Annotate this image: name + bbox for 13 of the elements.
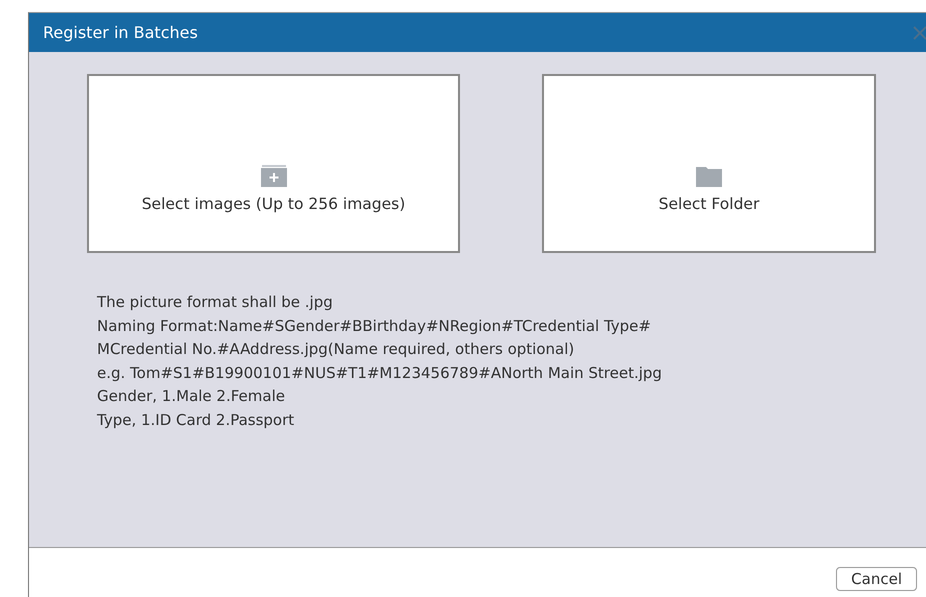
instruction-text: MCredential No.#AAddress.jpg(Name required, others optional) (97, 339, 576, 360)
instruction-text: The picture format shall be .jpg (97, 292, 334, 313)
folder-icon (696, 164, 722, 186)
instruction-text: Gender, 1.Male 2.Female (97, 386, 286, 407)
dialog-title: Register in Batches (43, 23, 198, 42)
instruction-text: Naming Format:Name#SGender#BBirthday#NRegion#TCredential Type# (97, 316, 652, 336)
close-icon[interactable] (913, 26, 926, 40)
select-option-card[interactable]: Select images (Up to 256 images) (87, 74, 460, 253)
select-option-card[interactable]: Select Folder (542, 74, 876, 253)
instruction-text: Type, 1.ID Card 2.Passport (97, 410, 296, 430)
instruction-text: e.g. Tom#S1#B19900101#NUS#T1#M123456789#ANorth Main Street.jpg (97, 362, 663, 384)
cancel-button[interactable]: Cancel (836, 567, 917, 591)
add-image-icon (260, 164, 286, 186)
